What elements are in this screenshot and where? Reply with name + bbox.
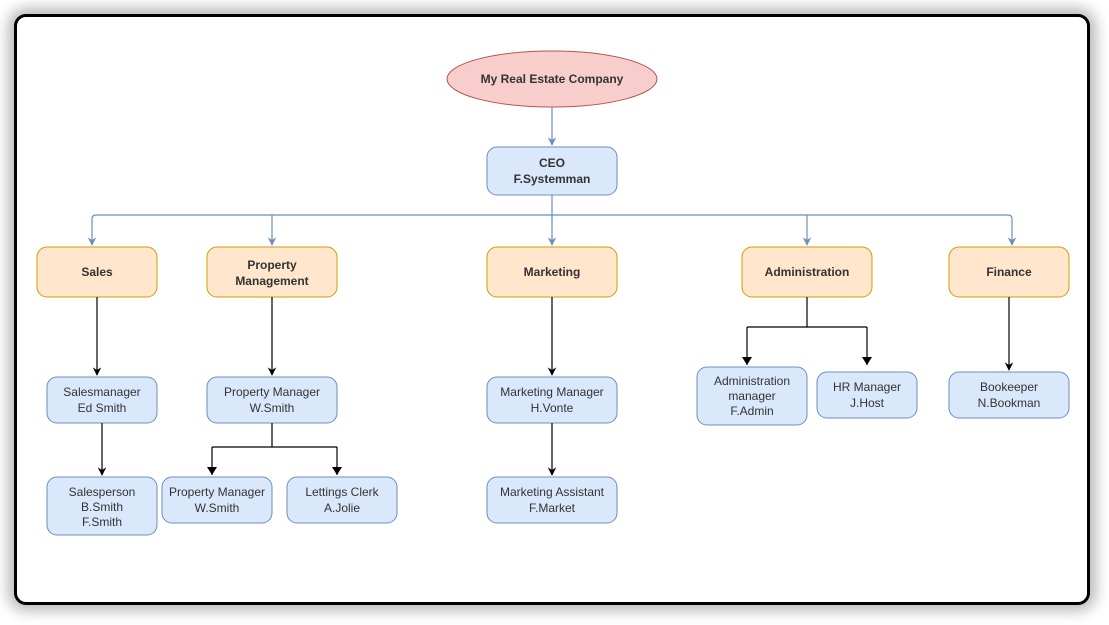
sales-manager-l1: Salesmanager (63, 385, 140, 399)
salesperson-node: Salesperson B.Smith F.Smith (47, 477, 157, 535)
prop-mgr-l2: W.Smith (250, 401, 295, 415)
bookkeeper-l2: N.Bookman (978, 396, 1041, 410)
hr-mgr-l2: J.Host (850, 396, 885, 410)
admin-mgr-l1: Administration (714, 374, 790, 388)
mkt-asst-l1: Marketing Assistant (500, 485, 605, 499)
dept-sales-label: Sales (81, 265, 113, 279)
ceo-title: CEO (539, 156, 565, 170)
lettings-clerk-node: Lettings Clerk A.Jolie (287, 477, 397, 523)
company-label: My Real Estate Company (481, 72, 624, 86)
ceo-name: F.Systemman (514, 172, 591, 186)
salesperson-l2: B.Smith (81, 500, 123, 514)
dept-sales-node: Sales (37, 247, 157, 297)
lettings-l1: Lettings Clerk (305, 485, 379, 499)
arrowhead-admin-left (742, 357, 752, 365)
property-manager2-node: Property Manager W.Smith (162, 477, 272, 523)
edge-admin-split (747, 297, 867, 365)
company-node: My Real Estate Company (447, 51, 657, 107)
lettings-l2: A.Jolie (324, 501, 360, 515)
prop-mgr2-l2: W.Smith (195, 501, 240, 515)
diagram-frame: My Real Estate Company CEO F.Systemman S… (14, 14, 1090, 605)
edge-prop-split (212, 423, 337, 475)
arrowhead-prop-left (207, 467, 217, 475)
arrowhead-admin-right (862, 357, 872, 365)
dept-marketing-node: Marketing (487, 247, 617, 297)
admin-manager-node: Administration manager F.Admin (697, 367, 807, 425)
hr-manager-node: HR Manager J.Host (817, 372, 917, 418)
dept-property-l2: Management (235, 274, 308, 288)
bookkeeper-l1: Bookeeper (980, 380, 1038, 394)
ceo-node: CEO F.Systemman (487, 147, 617, 195)
dept-property-node: Property Management (207, 247, 337, 297)
salesperson-l3: F.Smith (82, 515, 122, 529)
arrowhead-prop-right (332, 467, 342, 475)
dept-finance-label: Finance (986, 265, 1032, 279)
prop-mgr-l1: Property Manager (224, 385, 320, 399)
org-chart-svg: My Real Estate Company CEO F.Systemman S… (17, 17, 1087, 602)
bookkeeper-node: Bookeeper N.Bookman (949, 372, 1069, 418)
mkt-mgr-l1: Marketing Manager (500, 385, 603, 399)
admin-mgr-l2: manager (728, 389, 775, 403)
dept-admin-label: Administration (765, 265, 850, 279)
salesperson-l1: Salesperson (69, 485, 136, 499)
hr-mgr-l1: HR Manager (833, 380, 901, 394)
dept-admin-node: Administration (742, 247, 872, 297)
dept-finance-node: Finance (949, 247, 1069, 297)
dept-marketing-label: Marketing (524, 265, 581, 279)
sales-manager-node: Salesmanager Ed Smith (47, 377, 157, 423)
admin-mgr-l3: F.Admin (730, 404, 773, 418)
mkt-asst-l2: F.Market (529, 501, 576, 515)
prop-mgr2-l1: Property Manager (169, 485, 265, 499)
property-manager-node: Property Manager W.Smith (207, 377, 337, 423)
dept-property-l1: Property (247, 258, 297, 272)
marketing-manager-node: Marketing Manager H.Vonte (487, 377, 617, 423)
marketing-assistant-node: Marketing Assistant F.Market (487, 477, 617, 523)
mkt-mgr-l2: H.Vonte (531, 401, 574, 415)
sales-manager-l2: Ed Smith (78, 401, 127, 415)
